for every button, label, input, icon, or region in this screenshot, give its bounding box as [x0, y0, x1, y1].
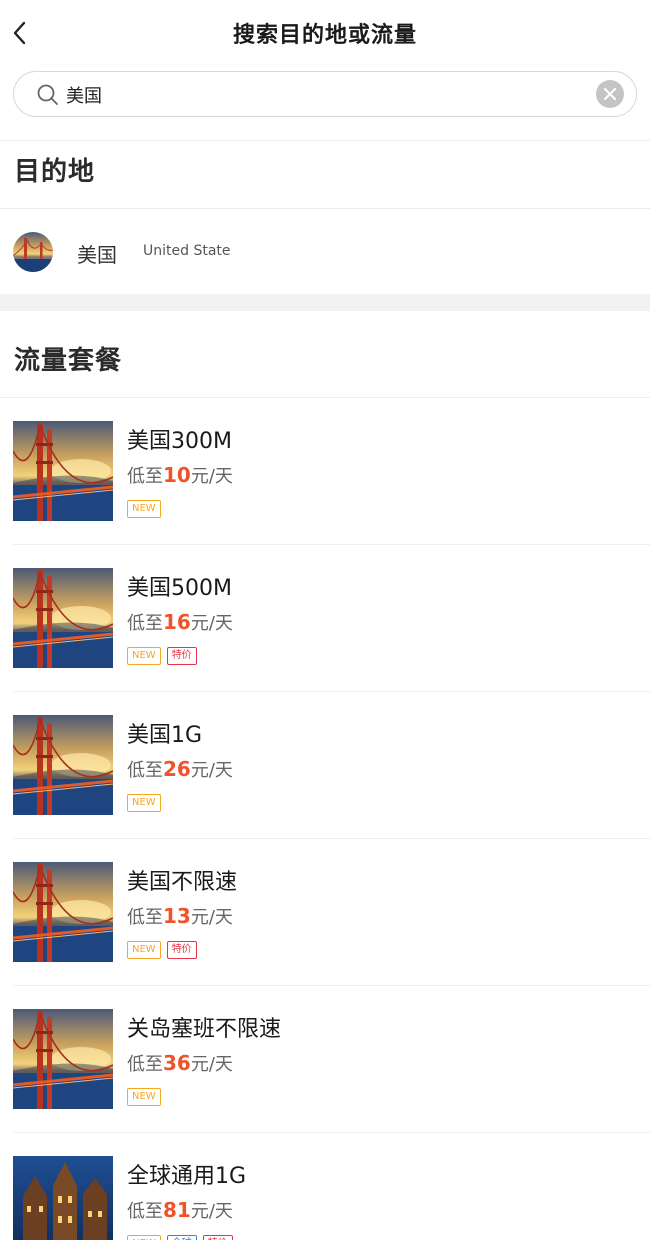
- plan-thumbnail: [13, 421, 113, 521]
- plan-thumbnail: [13, 1156, 113, 1240]
- section-title-plans: 流量套餐: [14, 346, 123, 376]
- divider: [0, 140, 650, 141]
- price-prefix: 低至: [127, 760, 163, 781]
- divider: [0, 208, 650, 209]
- plan-tag: 全球: [166, 1235, 197, 1240]
- search-icon: [37, 84, 58, 105]
- price-value: 13: [163, 904, 191, 928]
- page-title: 搜索目的地或流量: [232, 23, 417, 48]
- price-value: 36: [163, 1051, 191, 1075]
- price-suffix: 元/天: [190, 1201, 233, 1222]
- destination-name: 美国: [77, 243, 117, 267]
- price-suffix: 元/天: [190, 613, 233, 634]
- plan-item[interactable]: 美国300M 低至10元/天 NEW: [0, 398, 650, 545]
- price-prefix: 低至: [127, 907, 163, 928]
- price-prefix: 低至: [127, 613, 163, 634]
- price-value: 16: [163, 610, 191, 634]
- price-suffix: 元/天: [190, 907, 233, 928]
- plan-tags: NEW: [127, 500, 167, 518]
- plan-item[interactable]: 全球通用1G 低至81元/天 NEW 全球特价: [0, 1133, 650, 1240]
- search-bar[interactable]: [13, 71, 637, 117]
- plan-tags: NEW 特价: [127, 647, 203, 665]
- plan-item[interactable]: 关岛塞班不限速 低至36元/天 NEW: [0, 986, 650, 1133]
- price-suffix: 元/天: [190, 760, 233, 781]
- plan-tags: NEW: [127, 1088, 167, 1106]
- plan-price: 低至36元/天: [127, 1050, 233, 1076]
- plan-price: 低至16元/天: [127, 609, 233, 635]
- plan-thumbnail: [13, 715, 113, 815]
- plan-price: 低至13元/天: [127, 903, 233, 929]
- price-value: 10: [163, 463, 191, 487]
- plan-tag: NEW: [127, 941, 161, 959]
- price-suffix: 元/天: [190, 1054, 233, 1075]
- price-value: 81: [163, 1198, 191, 1222]
- plan-name: 美国300M: [127, 429, 232, 454]
- plan-tags: NEW: [127, 794, 167, 812]
- section-gap: [0, 294, 650, 311]
- destination-item[interactable]: 美国 United State: [0, 210, 650, 294]
- section-title-destinations: 目的地: [14, 157, 96, 187]
- plan-name: 美国500M: [127, 576, 232, 601]
- plan-tag: NEW: [127, 794, 161, 812]
- price-value: 26: [163, 757, 191, 781]
- plan-name: 美国1G: [127, 723, 203, 748]
- plan-name: 美国不限速: [127, 870, 238, 895]
- plan-thumbnail: [13, 1009, 113, 1109]
- plan-tag: 特价: [166, 941, 197, 959]
- plan-name: 全球通用1G: [127, 1164, 247, 1189]
- plan-tag: NEW: [127, 1088, 161, 1106]
- price-prefix: 低至: [127, 1054, 163, 1075]
- price-prefix: 低至: [127, 466, 163, 487]
- plan-price: 低至26元/天: [127, 756, 233, 782]
- plan-thumbnail: [13, 862, 113, 962]
- plan-tag: NEW: [127, 500, 161, 518]
- plan-item[interactable]: 美国500M 低至16元/天 NEW 特价: [0, 545, 650, 692]
- plan-tag: 特价: [202, 1235, 233, 1240]
- plan-price: 低至10元/天: [127, 462, 233, 488]
- destination-english-name: United State: [143, 243, 231, 259]
- plan-thumbnail: [13, 568, 113, 668]
- plan-tag: NEW: [127, 1235, 161, 1240]
- price-suffix: 元/天: [190, 466, 233, 487]
- header: 搜索目的地或流量: [0, 0, 650, 66]
- plan-tag: 特价: [166, 647, 197, 665]
- plan-tags: NEW 全球特价: [127, 1235, 239, 1240]
- plan-item[interactable]: 美国不限速低至13元/天 NEW 特价: [0, 839, 650, 986]
- plan-name: 关岛塞班不限速: [127, 1017, 282, 1042]
- close-icon: [603, 87, 617, 101]
- plan-price: 低至81元/天: [127, 1197, 233, 1223]
- price-prefix: 低至: [127, 1201, 163, 1222]
- search-input[interactable]: [66, 80, 586, 110]
- destination-avatar: [13, 232, 53, 272]
- clear-search-button[interactable]: [596, 80, 624, 108]
- plan-tag: NEW: [127, 647, 161, 665]
- plan-tags: NEW 特价: [127, 941, 203, 959]
- plan-item[interactable]: 美国1G 低至26元/天 NEW: [0, 692, 650, 839]
